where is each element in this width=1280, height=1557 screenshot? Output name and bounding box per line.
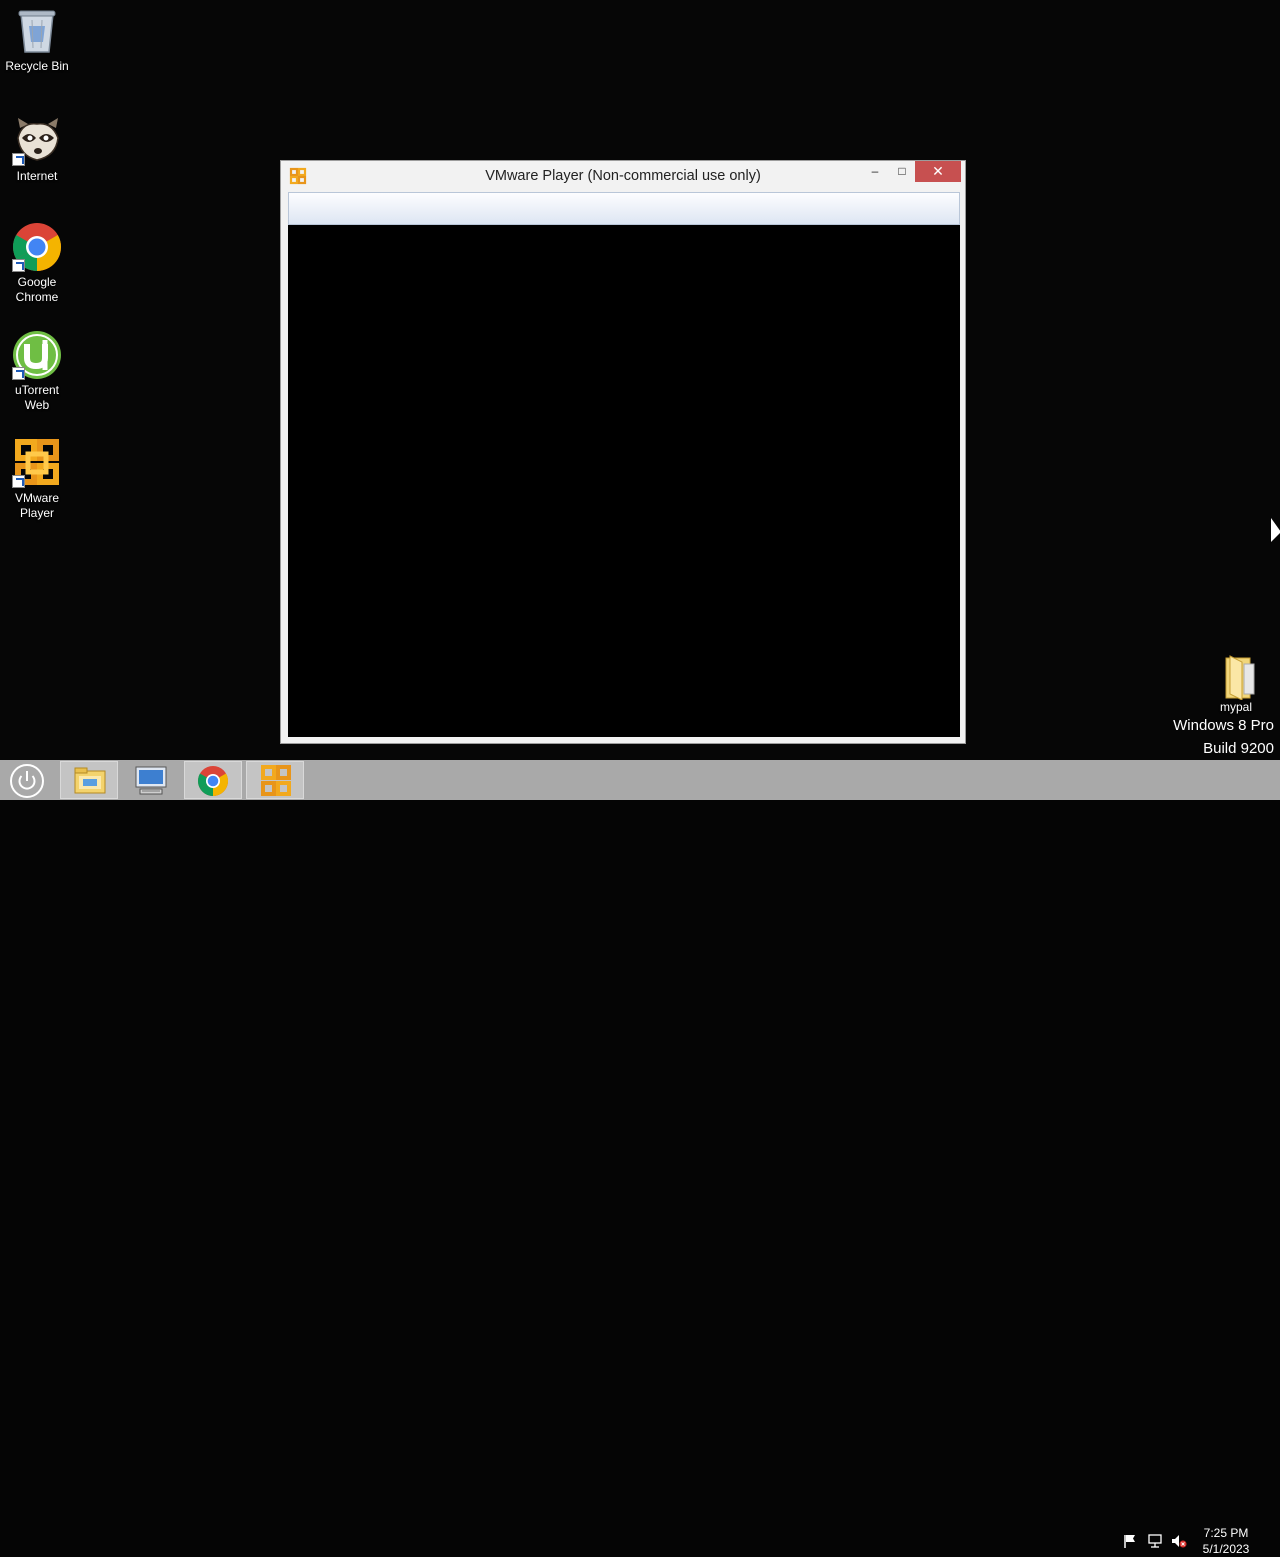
- taskbar: 7:25 PM 5/1/2023: [0, 760, 1280, 1556]
- file-explorer-icon: [74, 767, 106, 794]
- shortcut-arrow-icon: [12, 259, 25, 272]
- raccoon-icon: [12, 116, 62, 166]
- vmware-icon: [12, 438, 62, 488]
- volume-muted-icon[interactable]: [1171, 1533, 1187, 1549]
- desktop[interactable]: Recycle Bin Internet Google Chrome uTorr…: [0, 0, 1280, 760]
- utorrent-icon: [12, 330, 62, 380]
- virtual-machine-display[interactable]: [288, 225, 960, 737]
- desktop-icon-label: uTorrent Web: [14, 383, 60, 412]
- minimize-button[interactable]: –: [861, 161, 889, 182]
- desktop-icon-internet[interactable]: Internet: [1, 116, 73, 184]
- clock-time: 7:25 PM: [1203, 1526, 1249, 1540]
- chrome-icon: [197, 766, 229, 796]
- shortcut-arrow-icon: [12, 153, 25, 166]
- taskbar-clock[interactable]: 7:25 PM 5/1/2023: [1196, 1525, 1256, 1557]
- vmware-toolbar: [288, 192, 960, 225]
- desktop-icon-utorrent-web[interactable]: uTorrent Web: [1, 330, 73, 413]
- desktop-icon-label: Recycle Bin: [5, 59, 69, 73]
- vmware-icon: [261, 765, 291, 796]
- desktop-icon-label: Google Chrome: [15, 275, 59, 304]
- window-titlebar[interactable]: VMware Player (Non-commercial use only) …: [281, 161, 965, 191]
- shortcut-arrow-icon: [12, 475, 25, 488]
- desktop-icon-label: Internet: [16, 169, 58, 183]
- close-button[interactable]: ✕: [915, 161, 961, 182]
- desktop-icon-google-chrome[interactable]: Google Chrome: [1, 222, 73, 305]
- action-center-flag-icon[interactable]: [1122, 1533, 1138, 1549]
- desktop-icon-label: mypal: [1219, 700, 1252, 714]
- taskbar-remote-desktop[interactable]: [122, 761, 180, 799]
- desktop-icon-vmware-player[interactable]: VMware Player: [1, 438, 73, 521]
- mouse-cursor-icon: [1271, 518, 1280, 542]
- taskbar-google-chrome[interactable]: [184, 761, 242, 799]
- clock-date: 5/1/2023: [1202, 1542, 1250, 1556]
- recycle-bin-icon: [12, 6, 62, 56]
- chrome-icon: [12, 222, 62, 272]
- taskbar-vmware-player[interactable]: [246, 761, 304, 799]
- remote-desktop-icon: [135, 766, 167, 795]
- desktop-icon-label: VMware Player: [14, 491, 59, 520]
- start-button[interactable]: [0, 761, 58, 799]
- desktop-icon-mypal[interactable]: mypal: [1200, 654, 1272, 715]
- folder-icon: [1214, 654, 1258, 701]
- power-icon: [10, 764, 44, 798]
- network-icon[interactable]: [1147, 1533, 1163, 1549]
- maximize-button[interactable]: □: [889, 161, 915, 182]
- os-edition-text: Windows 8 Pro: [1173, 717, 1274, 734]
- shortcut-arrow-icon: [12, 367, 25, 380]
- desktop-icon-recycle-bin[interactable]: Recycle Bin: [1, 6, 73, 74]
- taskbar-file-explorer[interactable]: [60, 761, 118, 799]
- os-build-text: Build 9200: [1203, 740, 1274, 757]
- vmware-player-window[interactable]: VMware Player (Non-commercial use only) …: [280, 160, 966, 744]
